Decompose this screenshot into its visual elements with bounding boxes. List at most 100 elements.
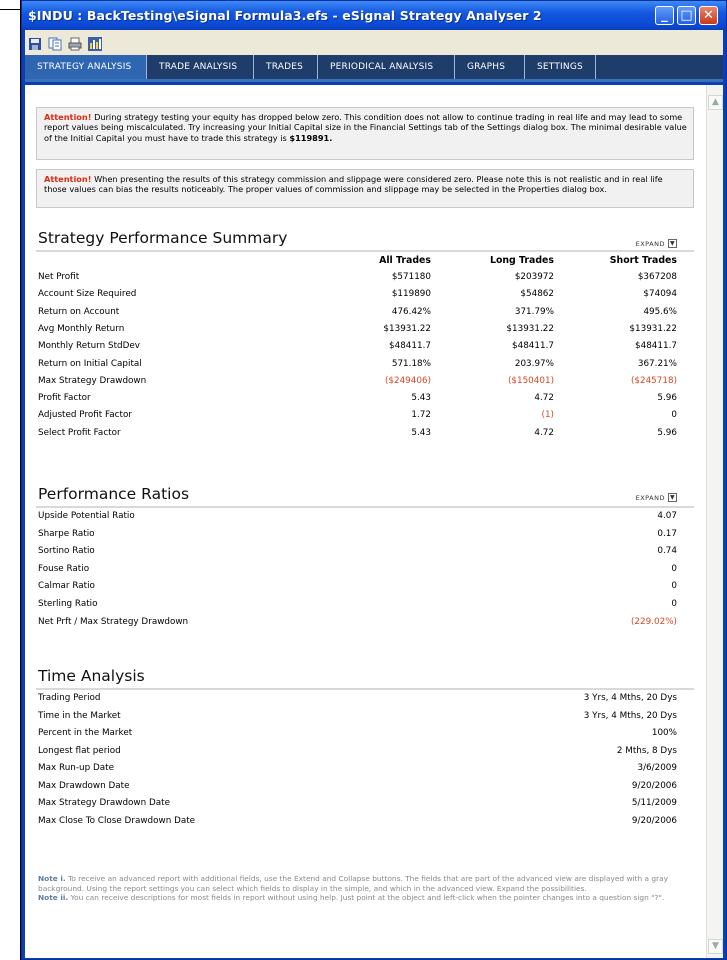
- time-label: Max Run-up Date: [38, 763, 115, 773]
- tab-periodical-analysis[interactable]: PERIODICAL ANALYSIS: [318, 55, 455, 79]
- ratio-row: Sortino Ratio 0.74: [36, 542, 694, 559]
- metric-value: $48411.7: [512, 341, 554, 352]
- save-icon[interactable]: [28, 36, 42, 50]
- metric-value: 476.42%: [391, 306, 431, 317]
- metric-value: 495.6%: [643, 306, 677, 317]
- metric-value: ($150401): [507, 375, 554, 386]
- time-label: Longest flat period: [38, 745, 121, 756]
- metric-value: $119890: [391, 289, 431, 300]
- scroll-up-icon[interactable]: ▲: [708, 95, 723, 110]
- time-label: Max Close To Close Drawdown Date: [38, 815, 196, 826]
- scroll-down-icon[interactable]: ▼: [708, 939, 723, 954]
- metric-label: Select Profit Factor: [38, 427, 121, 438]
- metric-label: Return on Initial Capital: [38, 358, 142, 369]
- time-value: 9/20/2006: [631, 815, 677, 826]
- summary-row: Net Profit $571180 $203972 $367208: [36, 268, 694, 285]
- column-header: Long Trades: [489, 255, 554, 266]
- metric-value: (1): [541, 410, 554, 421]
- chart-icon[interactable]: [88, 36, 102, 51]
- ratio-value: 0.17: [657, 528, 677, 539]
- metric-label: Net Profit: [38, 272, 80, 282]
- summary-title: Strategy Performance Summary: [38, 229, 288, 247]
- title-bar[interactable]: $INDU : BackTesting\eSignal Formula3.efs…: [22, 1, 726, 30]
- ratio-label: Sortino Ratio: [38, 546, 95, 557]
- time-row: Trading Period 3 Yrs, 4 Mths, 20 Dys: [36, 689, 694, 706]
- note-text: You can receive descriptions for most fi…: [68, 893, 665, 902]
- tab-strategy-analysis[interactable]: STRATEGY ANALYSIS: [25, 55, 147, 79]
- metric-value: 203.97%: [514, 358, 554, 369]
- ratio-label: Sterling Ratio: [38, 599, 98, 609]
- metric-value: $367208: [637, 272, 677, 282]
- summary-expand-button[interactable]: EXPAND ▼: [636, 239, 677, 248]
- time-row: Longest flat period 2 Mths, 8 Dys: [36, 742, 694, 759]
- time-label: Percent in the Market: [38, 728, 133, 738]
- ratios-title: Performance Ratios: [38, 485, 190, 503]
- time-title: Time Analysis: [38, 667, 145, 685]
- time-value: 9/20/2006: [631, 780, 677, 791]
- vertical-scrollbar[interactable]: ▲ ▼: [706, 85, 723, 958]
- expand-icon: ▼: [668, 239, 677, 248]
- metric-value: $74094: [643, 289, 677, 300]
- metric-value: $54862: [520, 289, 554, 300]
- metric-value: 5.96: [657, 427, 677, 438]
- metric-value: $48411.7: [635, 341, 677, 352]
- print-icon[interactable]: [68, 36, 82, 50]
- metric-label: Monthly Return StdDev: [38, 341, 141, 352]
- attention-box-commission: Attention! When presenting the results o…: [36, 169, 694, 208]
- time-row: Max Run-up Date 3/6/2009: [36, 759, 694, 776]
- metric-label: Return on Account: [38, 306, 120, 317]
- close-button[interactable]: ✕: [699, 6, 718, 25]
- metric-value: $48411.7: [389, 341, 431, 352]
- tab-trades[interactable]: TRADES: [254, 55, 318, 79]
- ratios-expand-button[interactable]: EXPAND ▼: [636, 493, 677, 502]
- ratio-label: Upside Potential Ratio: [38, 511, 135, 521]
- attention-prefix: Attention!: [44, 174, 92, 184]
- copy-icon[interactable]: [48, 36, 62, 50]
- analyser-window: $INDU : BackTesting\eSignal Formula3.efs…: [21, 0, 727, 960]
- ratio-value: 0: [671, 563, 677, 574]
- summary-header-row: All Trades Long Trades Short Trades: [36, 251, 694, 268]
- toolbar: [25, 30, 723, 55]
- ratio-value: 0.74: [657, 546, 677, 557]
- summary-row: Account Size Required $119890 $54862 $74094: [36, 285, 694, 302]
- tab-settings[interactable]: SETTINGS: [525, 55, 596, 79]
- metric-value: $13931.22: [506, 323, 554, 334]
- time-value: 3 Yrs, 4 Mths, 20 Dys: [583, 710, 677, 721]
- report-content: ▲ ▼ Attention! During strategy testing y…: [25, 85, 723, 958]
- expand-label: EXPAND: [635, 239, 665, 248]
- time-row: Time in the Market 3 Yrs, 4 Mths, 20 Dys: [36, 707, 694, 724]
- metric-value: $13931.22: [383, 323, 431, 334]
- column-header: All Trades: [379, 255, 431, 266]
- metric-value: 5.43: [411, 393, 431, 404]
- ratio-row: Fouse Ratio 0: [36, 560, 694, 577]
- metric-value: $571180: [391, 272, 431, 282]
- column-header: Short Trades: [609, 255, 677, 266]
- tab-trade-analysis[interactable]: TRADE ANALYSIS: [147, 55, 254, 79]
- tab-graphs[interactable]: GRAPHS: [455, 55, 525, 79]
- summary-row: Adjusted Profit Factor 1.72 (1) 0: [36, 406, 694, 423]
- time-value: 2 Mths, 8 Dys: [616, 745, 677, 756]
- report-notes: Note i. To receive an advanced report wi…: [38, 874, 698, 903]
- metric-value: $203972: [514, 272, 554, 282]
- metric-value: 367.21%: [637, 358, 677, 369]
- attention-text: When presenting the results of this stra…: [44, 174, 663, 195]
- metric-value: 5.43: [411, 427, 431, 438]
- note-prefix: Note i.: [38, 874, 66, 883]
- ratio-value: 0: [671, 599, 677, 609]
- tab-bar: STRATEGY ANALYSIS TRADE ANALYSIS TRADES …: [25, 55, 723, 82]
- ratio-row: Upside Potential Ratio 4.07: [36, 507, 694, 524]
- ratio-value: 0: [671, 581, 677, 592]
- background-edge: [0, 0, 21, 960]
- expand-icon: ▼: [668, 493, 677, 502]
- metric-value: 4.72: [534, 393, 554, 404]
- time-value: 100%: [651, 728, 677, 738]
- ratio-value: 4.07: [657, 511, 677, 521]
- metric-value: 5.96: [657, 393, 677, 404]
- minimize-button[interactable]: _: [655, 6, 674, 25]
- ratio-row: Calmar Ratio 0: [36, 577, 694, 594]
- summary-row: Return on Initial Capital 571.18% 203.97% 3…: [36, 355, 694, 372]
- maximize-button[interactable]: □: [677, 6, 696, 25]
- time-value: 3 Yrs, 4 Mths, 20 Dys: [583, 693, 677, 703]
- metric-value: ($245718): [630, 375, 677, 386]
- summary-row: Monthly Return StdDev $48411.7 $48411.7 $48…: [36, 337, 694, 354]
